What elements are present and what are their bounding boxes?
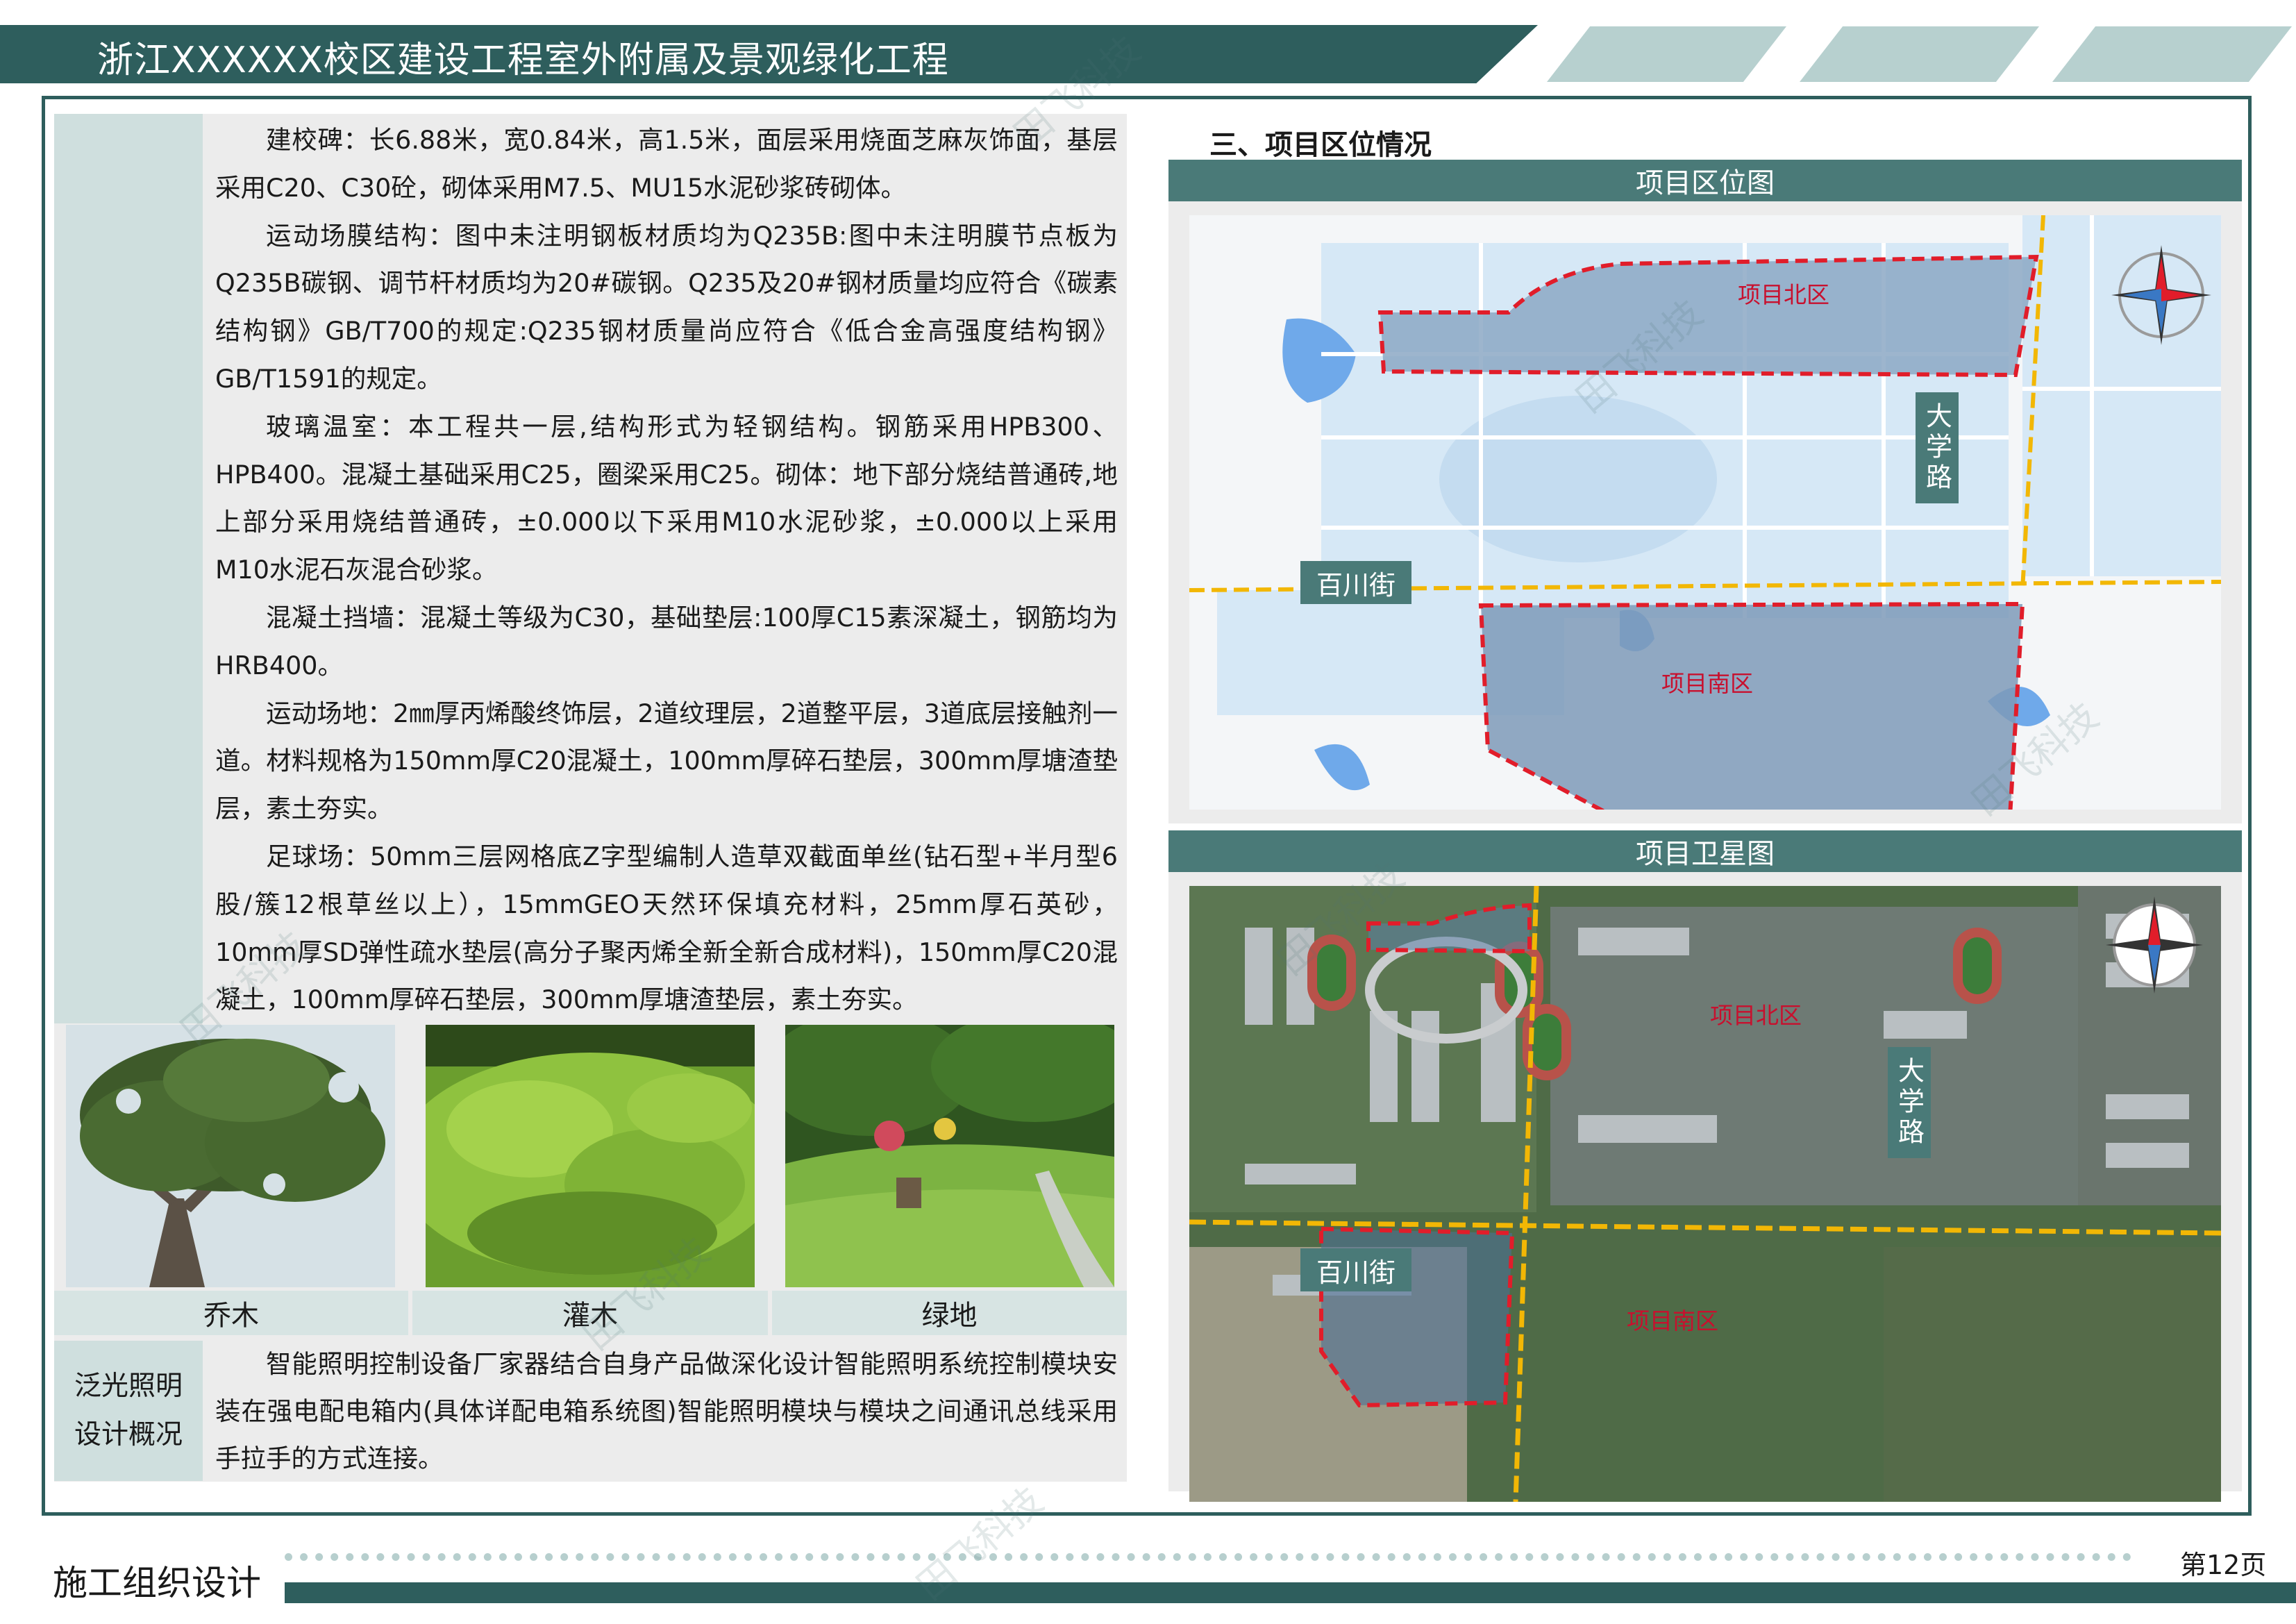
lighting-label: 泛光照明 设计概况 (54, 1341, 203, 1481)
avenue-label: 大学路 (1916, 392, 1959, 503)
lighting-description: 智能照明控制设备厂家器结合自身产品做深化设计智能照明系统控制模块安装在强电配电箱… (215, 1349, 1118, 1473)
lawn-photo (785, 1025, 1114, 1287)
caption-lawn: 绿地 (772, 1291, 1127, 1335)
street-label: 百川街 (1300, 561, 1411, 604)
paragraph-retaining-wall: 混凝土挡墙：混凝土等级为C30，基础垫层:100厚C15素深凝土，钢筋均为HRB… (215, 602, 1118, 680)
satellite-map-title: 项目卫星图 (1168, 830, 2242, 872)
tree-photo (66, 1025, 395, 1287)
document-title: 浙江XXXXXX校区建设工程室外附属及景观绿化工程 (97, 40, 949, 81)
location-map-panel: 项目区位图 项目北区 项目南区 百川街 大学路 (1168, 160, 2242, 823)
satellite-map: 项目北区 项目南区 百川街 大学路 (1189, 886, 2221, 1502)
satellite-south-zone-label: 项目南区 (1627, 1307, 1718, 1334)
plant-photos (66, 1025, 1114, 1287)
satellite-street-label: 百川街 (1300, 1248, 1411, 1291)
north-zone-label: 项目北区 (1738, 281, 1829, 308)
section-title: 三、项目区位情况 (1209, 129, 1432, 161)
paragraph-monument: 建校碑：长6.88米，宽0.84米，高1.5米，面层采用烧面芝麻灰饰面，基层采用… (215, 125, 1118, 203)
header-decoration (2052, 26, 2292, 82)
caption-shrub: 灌木 (412, 1291, 768, 1335)
satellite-north-zone-label: 项目北区 (1710, 1002, 1802, 1029)
south-zone-label: 项目南区 (1661, 670, 1753, 697)
header-decoration (1547, 26, 1786, 82)
satellite-avenue-label: 大学路 (1888, 1047, 1931, 1158)
paragraph-membrane: 运动场膜结构：图中未注明钢板材质均为Q235B:图中未注明膜节点板为Q235B碳… (215, 220, 1118, 394)
paragraph-football-field: 足球场：50mm三层网格底Z字型编制人造草双截面单丝(钻石型+半月型6股/簇12… (215, 841, 1118, 1015)
footer-dotted-line (285, 1553, 2131, 1562)
caption-tree: 乔木 (54, 1291, 408, 1335)
page-number: 第12页 (2180, 1550, 2267, 1580)
location-map-title: 项目区位图 (1168, 160, 2242, 201)
footer-bar (285, 1582, 2296, 1603)
side-label-cell (54, 114, 203, 1023)
footer-title: 施工组织设计 (53, 1563, 261, 1603)
lighting-label-line2: 设计概况 (74, 1419, 183, 1450)
paragraph-greenhouse: 玻璃温室：本工程共一层,结构形式为轻钢结构。钢筋采用HPB300、HPB400。… (215, 411, 1118, 585)
location-map: 项目北区 项目南区 百川街 大学路 (1189, 215, 2221, 810)
construction-description: 建校碑：长6.88米，宽0.84米，高1.5米，面层采用烧面芝麻灰饰面，基层采用… (215, 117, 1118, 1024)
header-decoration (1800, 26, 2039, 82)
paragraph-sports-field: 运动场地：2㎜厚丙烯酸终饰层，2道纹理层，2道整平层，3道底层接触剂一道。材料规… (215, 698, 1118, 824)
lighting-label-line1: 泛光照明 (74, 1371, 183, 1402)
shrub-photo (426, 1025, 755, 1287)
satellite-map-panel: 项目卫星图 项目北区 项目南区 百川街 大学路 (1168, 830, 2242, 1502)
